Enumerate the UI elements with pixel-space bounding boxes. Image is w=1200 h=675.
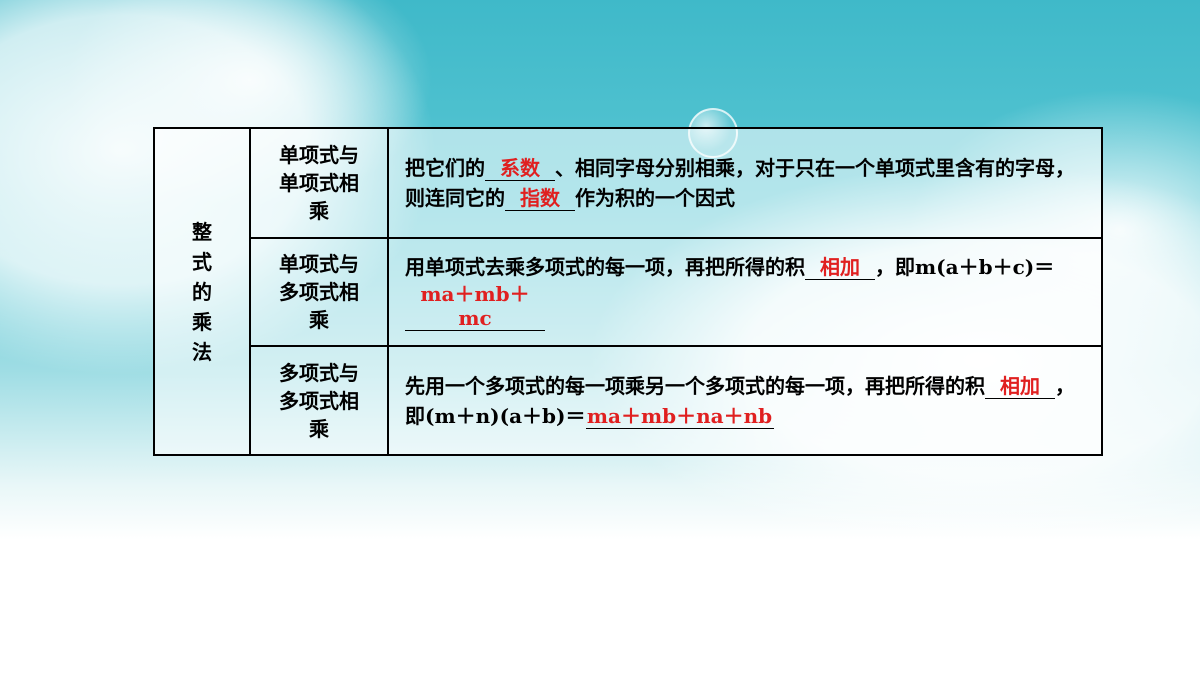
table-row: 单项式与 多项式相 乘 用单项式去乘多项式的每一项，再把所得的积 相加 ，即m(a＋…: [154, 237, 1103, 347]
table-row: 多项式与 多项式相 乘 先用一个多项式的每一项乘另一个多项式的每一项，再把所得的…: [154, 345, 1103, 456]
row-name-cell: 多项式与 多项式相 乘: [249, 345, 389, 456]
category-char: 的: [192, 279, 212, 304]
answer-blank: 相加: [805, 255, 875, 280]
row-name-line: 单项式与: [279, 143, 359, 167]
row-name-line: 多项式与: [279, 360, 359, 385]
text-segment: ，: [1055, 373, 1075, 398]
table-row: 整 式 的 乘 法 单项式与 单项式相 乘 把它们的 系数 、相同字母分别相乘，对于…: [153, 127, 1103, 456]
text-segment: 用单项式去乘多项式的每一项，再把所得的积: [405, 254, 805, 279]
row-name-line: 多项式相: [279, 388, 359, 413]
row-description: 把它们的 系数 、相同字母分别相乘，对于只在一个单项式里含有的字母，则连同它的 指数作…: [387, 127, 1103, 239]
text-segment: 把它们的: [405, 156, 485, 180]
row-name-cell: 单项式与 多项式相 乘: [249, 237, 389, 347]
text-segment: 即(m＋n)(a＋b)＝: [405, 403, 586, 428]
answer-blank: ma＋mb＋mc: [405, 282, 545, 331]
row-name-line: 乘: [309, 416, 329, 441]
answer-blank: 指数: [505, 186, 575, 211]
category-char: 法: [192, 339, 212, 364]
category-char: 式: [192, 249, 212, 274]
answer-blank: 系数: [485, 156, 555, 181]
polynomial-multiplication-table: 整 式 的 乘 法 单项式与 单项式相 乘 把它们的 系数 、相同字母分别相乘，对于…: [153, 127, 1103, 456]
row-description: 用单项式去乘多项式的每一项，再把所得的积 相加 ，即m(a＋b＋c)＝ ma＋mb＋m…: [387, 237, 1103, 347]
text-segment: 先用一个多项式的每一项乘另一个多项式的每一项，再把所得的积: [405, 373, 985, 398]
answer-blank: ma＋mb＋na＋nb: [585, 403, 774, 429]
row-name-line: 单项式与: [279, 252, 359, 276]
row-name-line: 多项式相: [279, 280, 359, 304]
row-name-line: 乘: [309, 308, 329, 332]
answer-blank: 相加: [985, 374, 1055, 399]
category-char: 乘: [192, 309, 212, 334]
row-description: 先用一个多项式的每一项乘另一个多项式的每一项，再把所得的积 相加， 即(m＋n)(…: [387, 345, 1103, 456]
category-char: 整: [192, 219, 212, 244]
text-segment: 作为积的一个因式: [575, 186, 735, 210]
row-name-line: 单项式相: [279, 171, 359, 195]
row-name-line: 乘: [309, 199, 329, 223]
text-segment: ，即m(a＋b＋c)＝: [875, 254, 1055, 279]
category-cell: 整 式 的 乘 法: [153, 127, 251, 456]
row-name-cell: 单项式与 单项式相 乘: [249, 127, 389, 239]
